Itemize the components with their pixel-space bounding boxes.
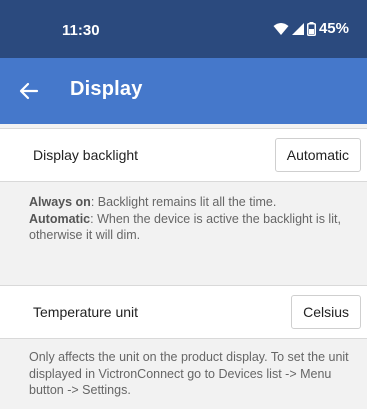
setting-label-display-backlight: Display backlight bbox=[33, 147, 139, 163]
app-bar: Display bbox=[0, 58, 367, 124]
display-backlight-description: Always on: Backlight remains lit all the… bbox=[29, 194, 363, 244]
status-bar: 11:30 45% bbox=[0, 0, 367, 58]
page-title: Display bbox=[70, 78, 143, 100]
setting-row-temperature-unit: Temperature unit Celsius bbox=[0, 285, 367, 339]
signal-icon bbox=[291, 22, 304, 35]
temperature-unit-description: Only affects the unit on the product dis… bbox=[29, 350, 349, 397]
description-text: : Backlight remains lit all the time. bbox=[90, 195, 277, 209]
arrow-left-icon[interactable] bbox=[16, 78, 42, 104]
battery-percent: 45% bbox=[318, 20, 349, 37]
status-icons: 45% bbox=[273, 20, 349, 37]
temperature-unit-button[interactable]: Celsius bbox=[291, 295, 361, 329]
battery-icon bbox=[306, 21, 316, 36]
wifi-icon bbox=[273, 22, 289, 36]
setting-row-display-backlight: Display backlight Automatic bbox=[0, 128, 367, 182]
settings-content: Display backlight Automatic Always on: B… bbox=[0, 124, 367, 409]
display-backlight-button[interactable]: Automatic bbox=[274, 138, 361, 172]
status-time: 11:30 bbox=[62, 22, 100, 39]
description-term: Always on bbox=[29, 195, 91, 209]
description-term: Automatic bbox=[29, 211, 91, 226]
setting-label-temperature-unit: Temperature unit bbox=[33, 304, 139, 320]
